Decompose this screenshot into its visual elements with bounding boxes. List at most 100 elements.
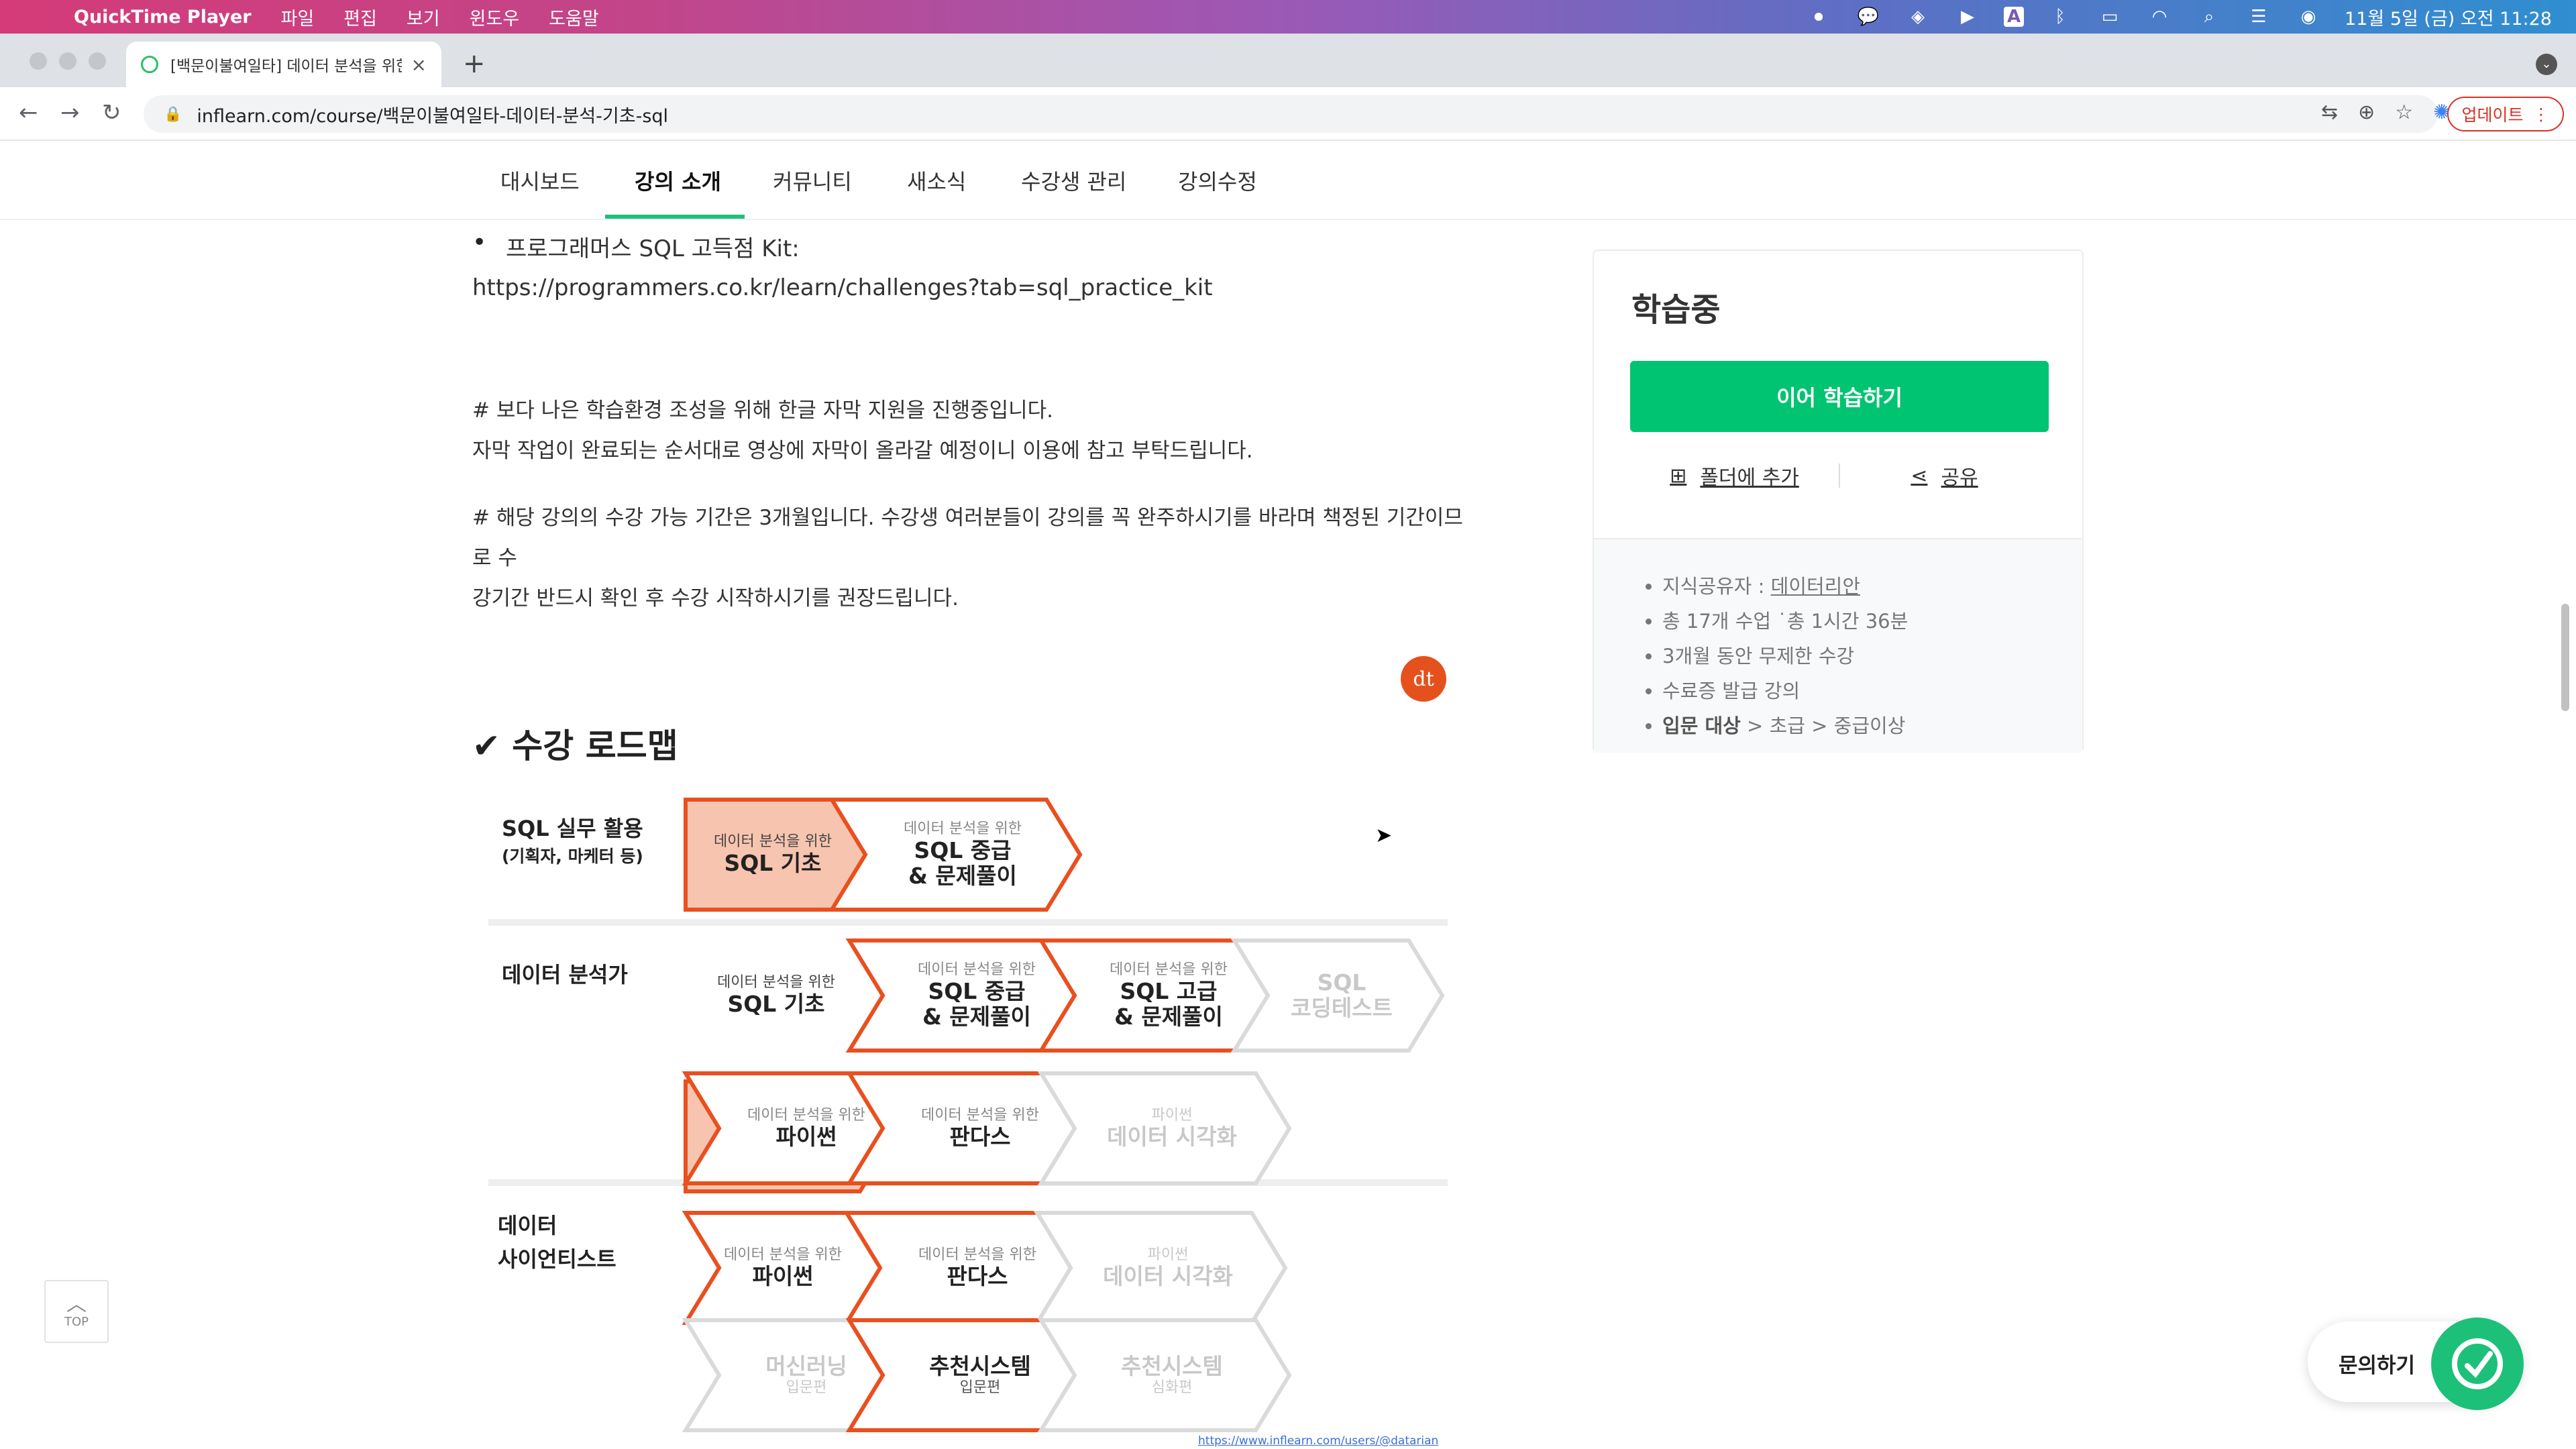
back-arrow-icon[interactable]: ← bbox=[19, 99, 38, 126]
roadmap-step-dataviz: 파이썬 데이터 시각화 bbox=[1037, 1071, 1292, 1185]
share-label: 공유 bbox=[1941, 466, 1978, 490]
forward-arrow-icon[interactable]: → bbox=[60, 99, 80, 126]
roadmap-heading: ✔ 수강 로드맵 bbox=[472, 727, 678, 765]
tab-students[interactable]: 수강생 관리 bbox=[1021, 165, 1126, 196]
row-sql-subtitle: (기획자, 마케터 등) bbox=[502, 847, 643, 866]
translate-icon[interactable]: ⇆ bbox=[2321, 101, 2338, 130]
roadmap-divider bbox=[488, 919, 1448, 926]
tab-edit-course[interactable]: 강의수정 bbox=[1178, 165, 1257, 196]
url-text[interactable]: inflearn.com/course/백문이불여일타-데이터-분석-기초-sq… bbox=[197, 101, 2438, 127]
play-circle-icon[interactable]: ▶ bbox=[1954, 7, 1981, 27]
tab-title: [백문이불여일타] 데이터 분석을 위한 bbox=[170, 58, 402, 75]
step-subtitle: 파이썬 bbox=[1151, 1107, 1193, 1124]
step-title: SQL 중급 bbox=[914, 837, 1012, 863]
tab-news[interactable]: 새소식 bbox=[907, 165, 966, 196]
bookmark-star-icon[interactable]: ☆ bbox=[2395, 101, 2413, 130]
menubar-clock[interactable]: 11월 5일 (금) 오전 11:28 bbox=[2345, 4, 2552, 30]
row-sql-title: SQL 실무 활용 bbox=[502, 816, 643, 841]
tab-search-icon[interactable]: ⌄ bbox=[2536, 54, 2557, 75]
menu-edit[interactable]: 편집 bbox=[343, 4, 377, 30]
page-scrollbar[interactable] bbox=[2561, 604, 2569, 711]
step-title-2: 코딩테스트 bbox=[1291, 995, 1393, 1021]
inflearn-favicon-icon bbox=[141, 56, 158, 73]
input-source-icon[interactable]: A bbox=[2004, 7, 2025, 27]
new-tab-button[interactable]: + bbox=[463, 48, 486, 79]
tab-dashboard[interactable]: 대시보드 bbox=[500, 165, 580, 196]
continue-learning-button[interactable]: 이어 학습하기 bbox=[1630, 361, 2049, 432]
step-title: 추천시스템 bbox=[1121, 1353, 1223, 1380]
address-bar[interactable]: 🔒 inflearn.com/course/백문이불여일타-데이터-분석-기초-… bbox=[144, 95, 2438, 133]
inquiry-chat-icon[interactable] bbox=[2431, 1318, 2524, 1410]
author-avatar: dt bbox=[1401, 656, 1446, 702]
browser-tab-active[interactable]: [백문이불여일타] 데이터 분석을 위한 × bbox=[126, 42, 441, 87]
tab-course-intro[interactable]: 강의 소개 bbox=[635, 165, 721, 196]
step-subtitle: 데이터 분석을 위한 bbox=[918, 1246, 1036, 1264]
tab-community[interactable]: 커뮤니티 bbox=[773, 165, 852, 196]
note2-line1: # 해당 강의의 수강 가능 기간은 3개월입니다. 수강생 여러분들이 강의를… bbox=[472, 506, 1463, 570]
course-info-list: 지식공유자 : 데이터리안 총 17개 수업 ˙총 1시간 36분 3개월 동안… bbox=[1594, 538, 2082, 753]
step-title: 파이썬 bbox=[775, 1123, 837, 1150]
lock-icon[interactable]: 🔒 bbox=[164, 106, 182, 123]
note2-line2: 강기간 반드시 확인 후 수강 시작하시기를 권장드립니다. bbox=[472, 586, 959, 610]
info-lessons: 총 17개 수업 ˙총 1시간 36분 bbox=[1662, 604, 2082, 639]
wifi-icon[interactable]: ◠ bbox=[2146, 7, 2173, 27]
step-title: 데이터 시각화 bbox=[1103, 1263, 1233, 1289]
close-tab-icon[interactable]: × bbox=[411, 54, 427, 76]
roadmap-row-analyst-label: 데이터 분석가 bbox=[502, 962, 628, 987]
share-icon: ⋖ bbox=[1911, 464, 1928, 488]
bluetooth-icon[interactable]: ᛒ bbox=[2047, 7, 2074, 27]
menu-window[interactable]: 윈도우 bbox=[470, 4, 520, 30]
card-actions: ⊞ 폴더에 추가 ⋖ 공유 bbox=[1630, 452, 2049, 499]
control-center-icon[interactable]: ☰ bbox=[2245, 7, 2272, 27]
app-menu[interactable]: QuickTime Player bbox=[74, 7, 252, 28]
minimize-window-button[interactable] bbox=[59, 52, 76, 70]
update-label: 업데이트 bbox=[2461, 105, 2524, 125]
menu-file[interactable]: 파일 bbox=[281, 4, 315, 30]
step-title: 머신러닝 bbox=[765, 1353, 847, 1380]
add-to-folder-label: 폴더에 추가 bbox=[1700, 466, 1799, 490]
inquiry-label: 문의하기 bbox=[2339, 1354, 2416, 1378]
step-subtitle: 데이터 분석을 위한 bbox=[747, 1107, 865, 1124]
share-button[interactable]: ⋖ 공유 bbox=[1840, 461, 2049, 490]
shield-icon[interactable]: ◈ bbox=[1904, 7, 1931, 27]
scroll-top-button[interactable]: ︿ TOP bbox=[44, 1280, 109, 1343]
step-title: 판다스 bbox=[949, 1123, 1011, 1150]
row-scientist-line2: 사이언티스트 bbox=[498, 1246, 616, 1272]
subtitle-note: # 보다 나은 학습환경 조성을 위해 한글 자막 지원을 진행중입니다. 자막… bbox=[472, 390, 1479, 471]
info-level: 입문 대상 > 초급 > 중급이상 bbox=[1662, 708, 2082, 743]
inquiry-widget[interactable]: 문의하기 bbox=[2308, 1318, 2524, 1410]
close-window-button[interactable] bbox=[30, 52, 47, 70]
chat-bubble-icon[interactable]: 💬 bbox=[1855, 7, 1882, 27]
zoom-window-button[interactable] bbox=[89, 52, 106, 70]
step-subtitle: 심화편 bbox=[1151, 1379, 1193, 1397]
learning-status: 학습중 bbox=[1631, 291, 1721, 329]
kit-label: 프로그래머스 SQL 고득점 Kit: bbox=[506, 235, 800, 262]
folder-plus-icon: ⊞ bbox=[1670, 464, 1687, 488]
menu-help[interactable]: 도움말 bbox=[549, 4, 599, 30]
add-to-folder-button[interactable]: ⊞ 폴더에 추가 bbox=[1630, 461, 1839, 490]
spotlight-search-icon[interactable]: ⌕ bbox=[2196, 7, 2222, 27]
record-stop-icon[interactable]: ⏺ bbox=[1805, 7, 1832, 27]
step-title: 파이썬 bbox=[752, 1263, 814, 1289]
step-subtitle: 데이터 분석을 위한 bbox=[921, 1107, 1039, 1124]
update-button[interactable]: 업데이트 ⋮ bbox=[2447, 97, 2564, 131]
chevron-up-icon: ︿ bbox=[66, 1292, 87, 1316]
step-title: SQL 중급 bbox=[928, 977, 1026, 1004]
instructor-link[interactable]: 데이터리안 bbox=[1771, 575, 1860, 598]
zoom-icon[interactable]: ⊕ bbox=[2358, 101, 2375, 130]
menu-view[interactable]: 보기 bbox=[407, 4, 440, 30]
step-subtitle: 입문편 bbox=[786, 1379, 827, 1397]
roadmap-step-dataviz: 파이썬 데이터 시각화 bbox=[1033, 1211, 1288, 1325]
roadmap-credit-link[interactable]: https://www.inflearn.com/users/@datarian bbox=[1198, 1434, 1438, 1448]
step-subtitle: 데이터 분석을 위한 bbox=[714, 833, 832, 851]
siri-icon[interactable]: ◉ bbox=[2295, 7, 2322, 27]
step-title-2: & 문제풀이 bbox=[922, 1003, 1031, 1030]
step-subtitle: 입문편 bbox=[959, 1379, 1001, 1397]
kit-link[interactable]: https://programmers.co.kr/learn/challeng… bbox=[472, 268, 1465, 307]
reload-icon[interactable]: ↻ bbox=[102, 99, 121, 126]
period-note: # 해당 강의의 수강 가능 기간은 3개월입니다. 수강생 여러분들이 강의를… bbox=[472, 498, 1479, 619]
info-period: 3개월 동안 무제한 수강 bbox=[1662, 639, 2082, 674]
step-title: SQL 기초 bbox=[724, 849, 822, 876]
battery-icon[interactable]: ▭ bbox=[2096, 7, 2123, 27]
window-controls bbox=[30, 52, 106, 70]
